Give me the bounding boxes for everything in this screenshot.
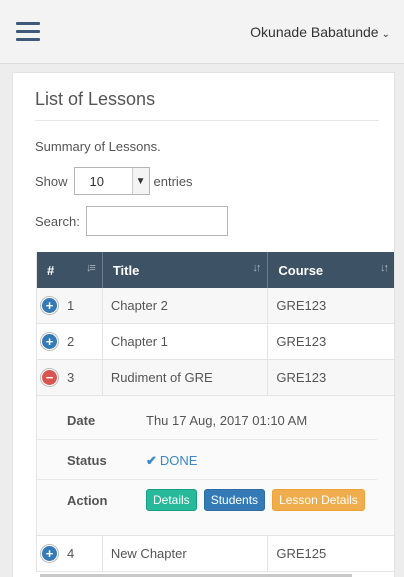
row-course: GRE123 [268,324,394,359]
expand-row-icon[interactable]: + [41,297,58,314]
row-detail-panel: Date Thu 17 Aug, 2017 01:10 AM Status ✔ D… [37,396,394,536]
sort-both-icon: ↓↑ [380,262,389,274]
entries-select-value: 10 [89,173,104,189]
action-buttons: Details Students Lesson Details [146,489,365,511]
table-row: + 2 Chapter 1 GRE123 [37,324,394,360]
lessons-panel: List of Lessons Summary of Lessons. Show… [12,72,395,577]
check-icon: ✔ [146,453,157,468]
details-button[interactable]: Details [146,489,197,511]
collapse-row-icon[interactable]: − [41,369,58,386]
search-control: Search: [35,206,228,236]
column-header-number[interactable]: # ↓≡ [37,252,103,288]
status-badge: ✔ DONE [146,453,197,469]
sort-both-icon: ↓↑ [252,262,261,274]
row-course: GRE125 [268,536,394,571]
table-row: + 4 New Chapter GRE125 [37,536,394,572]
students-button[interactable]: Students [203,489,266,511]
row-number: 4 [67,546,75,561]
row-number: 1 [67,298,75,313]
row-title: Chapter 1 [103,324,269,359]
search-input[interactable] [85,206,228,236]
lessons-table: # ↓≡ Title ↓↑ Course ↓↑ + 1 Chapter 2 GR… [36,252,394,572]
select-arrow-icon[interactable]: ▼ [131,168,149,194]
row-course: GRE123 [268,288,394,323]
panel-title: List of Lessons [35,89,156,109]
entries-label: entries [153,173,193,189]
column-header-course[interactable]: Course ↓↑ [268,252,394,288]
status-value: DONE [159,453,198,468]
entries-length-control: Show 10 ▼ entries [35,167,193,195]
detail-status-row: Status ✔ DONE [37,440,377,480]
expand-row-icon[interactable]: + [41,333,58,350]
expand-row-icon[interactable]: + [41,545,58,562]
summary-text: Summary of Lessons. [35,139,161,154]
chevron-down-icon: ⌄ [381,29,390,40]
detail-action-row: Action Details Students Lesson Details [37,480,377,520]
entries-select[interactable]: 10 ▼ [73,167,150,195]
table-header: # ↓≡ Title ↓↑ Course ↓↑ [37,252,394,288]
top-navbar: Okunade Babatunde ⌄ [0,0,404,64]
action-label: Action [67,493,108,508]
status-label: Status [67,453,107,468]
menu-toggle-icon[interactable] [16,22,40,42]
date-label: Date [67,413,96,428]
date-value: Thu 17 Aug, 2017 01:10 AM [146,413,308,428]
row-number: 2 [67,334,75,349]
table-row: + 1 Chapter 2 GRE123 [37,288,394,324]
row-title: Rudiment of GRE [103,360,269,395]
row-title: Chapter 2 [103,288,269,323]
table-row: − 3 Rudiment of GRE GRE123 [37,360,394,396]
row-number: 3 [67,370,75,385]
lesson-details-button[interactable]: Lesson Details [272,489,365,511]
row-title: New Chapter [103,536,269,571]
show-label: Show [35,173,68,189]
title-divider [35,120,379,121]
user-menu[interactable]: Okunade Babatunde ⌄ [250,24,390,40]
search-label: Search: [35,213,80,229]
sort-amount-icon: ↓≡ [85,262,96,274]
detail-date-row: Date Thu 17 Aug, 2017 01:10 AM [37,400,377,440]
column-header-title[interactable]: Title ↓↑ [103,252,269,288]
user-name: Okunade Babatunde [250,24,379,40]
row-course: GRE123 [268,360,394,395]
